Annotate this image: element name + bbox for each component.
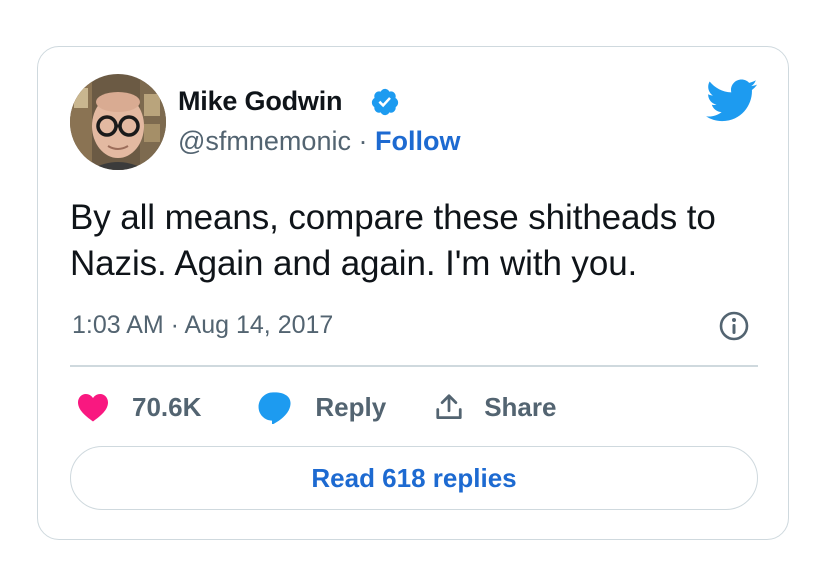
like-button[interactable]: 70.6K — [76, 392, 201, 422]
reply-label: Reply — [315, 392, 387, 422]
verified-badge-icon — [371, 88, 399, 116]
author-handle[interactable]: @sfmnemonic — [178, 126, 351, 156]
share-button[interactable]: Share — [434, 392, 556, 422]
share-label: Share — [484, 392, 557, 422]
separator-dot: · — [350, 126, 375, 156]
follow-link[interactable]: Follow — [375, 126, 460, 156]
heart-icon — [78, 394, 108, 422]
tweet-text: By all means, compare these shitheads to… — [70, 198, 716, 283]
twitter-bird-icon[interactable] — [706, 79, 758, 123]
author-name[interactable]: Mike Godwin — [178, 85, 343, 117]
avatar-photo — [70, 74, 166, 170]
share-upload-icon — [436, 394, 462, 419]
speech-bubble-icon — [258, 392, 291, 424]
tweet-timestamp[interactable]: 1:03 AM · Aug 14, 2017 — [72, 310, 333, 340]
reply-button[interactable]: Reply — [255, 390, 386, 424]
tweet-card: Mike Godwin @sfmnemonic · Follow By all … — [37, 46, 789, 540]
action-bar: 70.6K Reply Share — [76, 387, 556, 427]
avatar[interactable] — [70, 74, 166, 170]
handle-row: @sfmnemonic · Follow — [178, 125, 460, 157]
divider — [70, 365, 758, 367]
info-icon[interactable] — [718, 310, 750, 342]
read-replies-button[interactable]: Read 618 replies — [70, 446, 758, 510]
like-count: 70.6K — [132, 392, 202, 422]
